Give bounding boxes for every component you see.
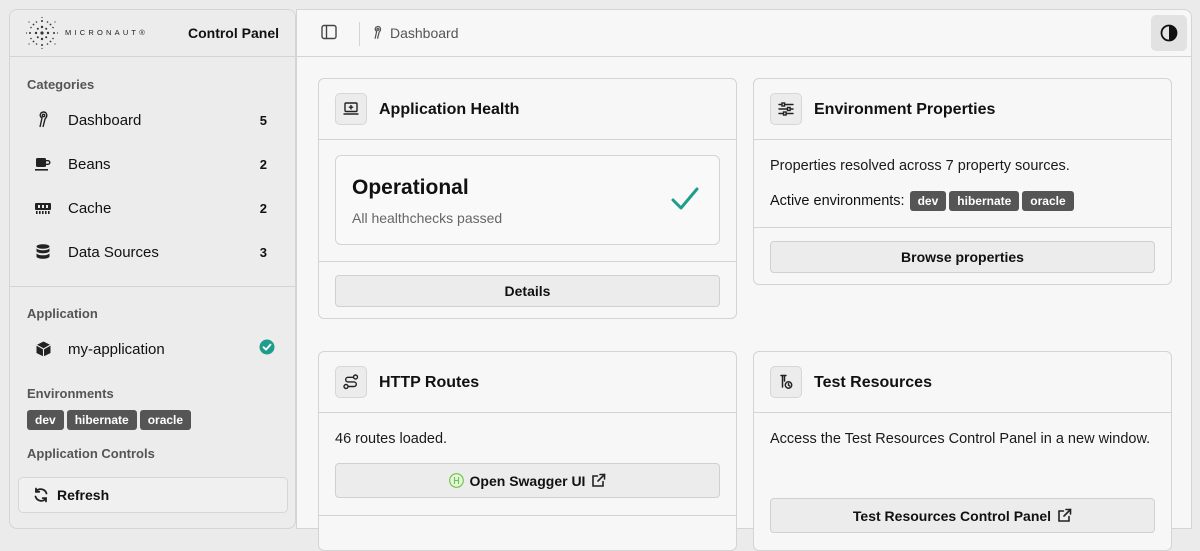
checkmark-icon (671, 187, 699, 210)
sidebar-item-data-sources[interactable]: Data Sources 3 (10, 230, 295, 274)
refresh-button[interactable]: Refresh (18, 477, 288, 513)
contrast-icon (1160, 24, 1178, 42)
card-divider (319, 515, 736, 516)
card-title: HTTP Routes (379, 374, 480, 391)
card-header: Test Resources (754, 352, 1171, 413)
card-header: Application Health (319, 79, 736, 140)
env-properties-text: Properties resolved across 7 property so… (770, 158, 1070, 174)
cube-icon (34, 340, 52, 358)
coffee-cup-icon (34, 155, 52, 173)
topbar-divider (359, 22, 360, 46)
environments-heading: Environments (27, 386, 114, 401)
main-content: Dashboard Application Health Operational… (296, 9, 1192, 551)
sidebar-header: MICRONAUT® Control Panel (10, 10, 295, 57)
dashboard-icon (374, 25, 382, 39)
sidebar-item-label: Dashboard (68, 111, 142, 129)
http-routes-card: HTTP Routes 46 routes loaded. Open Swagg… (318, 351, 737, 551)
env-tag: hibernate (66, 410, 137, 430)
active-environments: Active environments: dev hibernate oracle (770, 191, 1077, 211)
test-resources-button-label: Test Resources Control Panel (852, 507, 1052, 524)
route-icon (335, 366, 367, 398)
test-resources-text: Access the Test Resources Control Panel … (770, 431, 1151, 447)
refresh-label: Refresh (57, 487, 110, 503)
active-environments-label: Active environments: (770, 193, 905, 209)
card-divider (754, 227, 1171, 228)
dashboard-icon (34, 111, 52, 129)
application-controls-heading: Application Controls (27, 446, 155, 461)
sidebar-divider (10, 286, 295, 287)
env-tag: dev (27, 410, 64, 430)
database-icon (34, 243, 52, 261)
memory-chip-icon (34, 199, 52, 217)
sidebar-item-beans[interactable]: Beans 2 (10, 142, 295, 186)
sidebar-item-cache[interactable]: Cache 2 (10, 186, 295, 230)
routes-count-text: 46 routes loaded. (335, 431, 448, 447)
card-title: Test Resources (814, 374, 932, 391)
top-bar: Dashboard (297, 10, 1191, 57)
card-title: Application Health (379, 101, 520, 118)
card-divider (319, 261, 736, 262)
application-name: my-application (68, 340, 165, 358)
env-tag: dev (909, 191, 947, 211)
sidebar-item-application[interactable]: my-application (10, 327, 295, 371)
breadcrumb[interactable]: Dashboard (371, 25, 459, 41)
sidebar-item-count: 3 (259, 244, 267, 260)
health-subtitle: All healthchecks passed (352, 210, 503, 226)
categories-heading: Categories (27, 77, 95, 92)
card-header: HTTP Routes (319, 352, 736, 413)
sidebar: MICRONAUT® Control Panel Categories Dash… (9, 9, 296, 529)
card-header: Environment Properties (754, 79, 1171, 140)
health-status-box: Operational All healthchecks passed (335, 155, 720, 245)
env-tag: hibernate (949, 191, 1020, 211)
sidebar-item-label: Beans (68, 155, 111, 173)
sidebar-item-label: Cache (68, 199, 112, 217)
breadcrumb-label: Dashboard (390, 25, 459, 41)
env-tag: oracle (1022, 191, 1074, 211)
status-check-icon (259, 339, 275, 359)
external-link-icon (592, 473, 606, 487)
test-resources-control-panel-button[interactable]: Test Resources Control Panel (770, 498, 1155, 533)
card-title: Environment Properties (814, 101, 996, 118)
env-tag: oracle (139, 410, 192, 430)
environment-tags: dev hibernate oracle (10, 410, 295, 430)
sidebar-item-count: 5 (259, 112, 267, 128)
sidebar-item-dashboard[interactable]: Dashboard 5 (10, 98, 295, 142)
sliders-icon (770, 93, 802, 125)
application-health-card: Application Health Operational All healt… (318, 78, 737, 319)
application-heading: Application (27, 306, 98, 321)
logo-wordmark: MICRONAUT® (65, 28, 148, 37)
details-button[interactable]: Details (335, 275, 720, 307)
open-swagger-button[interactable]: Open Swagger UI (335, 463, 720, 498)
laptop-plus-icon (335, 93, 367, 125)
micronaut-logo (25, 16, 59, 50)
theme-toggle-button[interactable] (1151, 15, 1187, 51)
external-link-icon (1058, 508, 1072, 522)
sidebar-toggle-icon[interactable] (321, 24, 341, 44)
sidebar-item-count: 2 (259, 156, 267, 172)
sidebar-item-label: Data Sources (68, 243, 159, 261)
swagger-button-label: Open Swagger UI (469, 472, 586, 489)
health-status: Operational (352, 176, 469, 199)
browse-properties-button[interactable]: Browse properties (770, 241, 1155, 273)
swagger-icon (448, 473, 464, 488)
sidebar-item-count: 2 (259, 200, 267, 216)
refresh-icon (34, 487, 48, 503)
test-resources-card: Test Resources Access the Test Resources… (753, 351, 1172, 551)
test-tube-icon (770, 366, 802, 398)
environment-properties-card: Environment Properties Properties resolv… (753, 78, 1172, 285)
sidebar-title: Control Panel (187, 25, 279, 41)
